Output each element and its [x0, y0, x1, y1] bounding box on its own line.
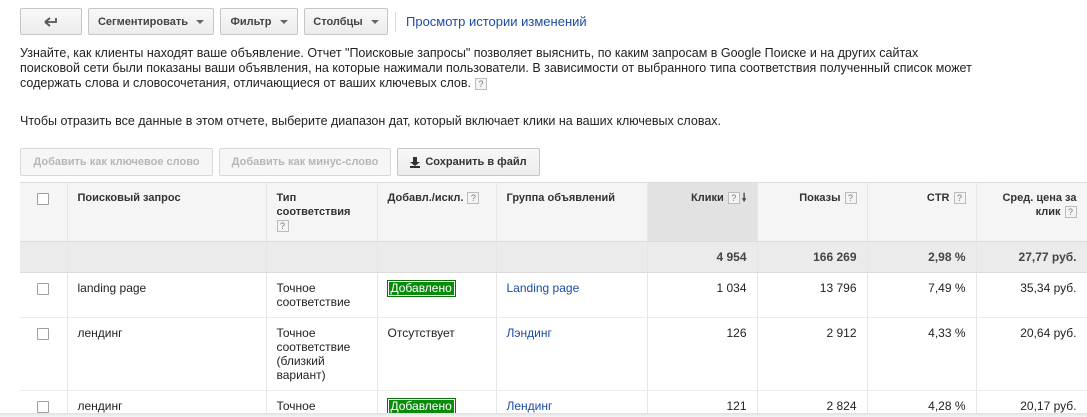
row-checkbox[interactable]	[37, 283, 50, 295]
header-impressions[interactable]: Показы?	[757, 182, 868, 242]
page-bottom-edge	[0, 413, 1087, 417]
description-line: содержать слова и словосочетания, отлича…	[20, 76, 1060, 91]
header-clicks[interactable]: Клики? 🠗	[647, 182, 758, 242]
header-ctr[interactable]: CTR?	[867, 182, 977, 242]
save-to-file-label: Сохранить в файл	[425, 156, 527, 168]
download-icon	[410, 156, 421, 168]
filter-button[interactable]: Фильтр	[220, 8, 298, 35]
help-icon[interactable]: ?	[467, 192, 480, 205]
header-added-excluded[interactable]: Добавл./искл.?	[377, 182, 497, 242]
added-badge: Добавлено	[386, 398, 456, 415]
table-row: landing page Точное соответствие Добавлен…	[20, 272, 1087, 318]
select-all-checkbox[interactable]	[37, 193, 50, 205]
header-match-type[interactable]: Тип соответствия ?	[266, 182, 378, 242]
help-icon[interactable]: ?	[844, 192, 857, 205]
search-terms-table: Поисковый запрос Тип соответствия ? Доба…	[20, 182, 1087, 417]
change-history-link[interactable]: Просмотр истории изменений	[406, 14, 587, 29]
select-all-cell	[20, 182, 68, 242]
columns-button[interactable]: Столбцы	[304, 8, 388, 35]
row-checkbox[interactable]	[37, 328, 50, 340]
date-range-hint: Чтобы отразить все данные в этом отчете,…	[20, 114, 721, 128]
ctr-cell: 7,49 %	[867, 272, 977, 318]
total-impressions: 166 269	[757, 241, 868, 273]
search-query-cell: лендинг	[67, 317, 267, 391]
header-search-query[interactable]: Поисковый запрос	[67, 182, 267, 242]
avg-cpc-cell: 20,64 руб.	[976, 317, 1087, 391]
header-ad-group[interactable]: Группа объявлений	[496, 182, 648, 242]
segment-button[interactable]: Сегментировать	[88, 8, 214, 35]
added-status-cell: Добавлено	[377, 272, 497, 318]
toolbar-divider	[395, 12, 396, 32]
clicks-cell: 126	[647, 317, 758, 391]
help-icon[interactable]: ?	[1064, 206, 1077, 219]
filter-label: Фильтр	[230, 15, 272, 28]
description-line: Узнайте, как клиенты находят ваше объявл…	[20, 46, 919, 60]
ad-group-link[interactable]: Лендинг	[507, 399, 553, 413]
ad-group-link[interactable]: Лэндинг	[507, 326, 552, 340]
clicks-cell: 1 034	[647, 272, 758, 318]
ad-group-link[interactable]: Landing page	[507, 281, 580, 295]
total-clicks: 4 954	[647, 241, 758, 273]
report-description: Узнайте, как клиенты находят ваше объявл…	[20, 46, 1060, 91]
impressions-cell: 2 912	[757, 317, 868, 391]
add-as-keyword-button[interactable]: Добавить как ключевое слово	[20, 148, 213, 176]
added-badge: Добавлено	[386, 280, 456, 297]
ctr-cell: 4,33 %	[867, 317, 977, 391]
columns-label: Столбцы	[313, 15, 363, 28]
impressions-cell: 13 796	[757, 272, 868, 318]
help-icon[interactable]: ?	[474, 77, 487, 90]
back-button[interactable]	[20, 8, 82, 35]
total-ctr: 2,98 %	[867, 241, 977, 273]
save-to-file-button[interactable]: Сохранить в файл	[397, 148, 540, 176]
total-avg-cpc: 27,77 руб.	[976, 241, 1087, 273]
avg-cpc-cell: 35,34 руб.	[976, 272, 1087, 318]
table-header-row: Поисковый запрос Тип соответствия ? Доба…	[20, 182, 1087, 242]
ad-group-cell: Landing page	[496, 272, 648, 318]
help-icon[interactable]: ?	[727, 192, 740, 205]
added-status-cell: Отсутствует	[377, 317, 497, 391]
help-icon[interactable]: ?	[276, 220, 289, 233]
totals-row: 4 954 166 269 2,98 % 27,77 руб.	[20, 241, 1087, 273]
match-type-cell: Точное соответствие	[266, 272, 378, 318]
help-icon[interactable]: ?	[953, 192, 966, 205]
match-type-cell: Точное соответствие (близкий вариант)	[266, 317, 378, 391]
ad-group-cell: Лэндинг	[496, 317, 648, 391]
add-as-negative-keyword-button[interactable]: Добавить как минус-слово	[219, 148, 391, 176]
chevron-down-icon	[279, 19, 288, 24]
description-line: поисковой сети были показаны ваши объявл…	[20, 61, 972, 75]
segment-label: Сегментировать	[97, 15, 188, 28]
chevron-down-icon	[370, 19, 379, 24]
search-query-cell: landing page	[67, 272, 267, 318]
row-checkbox[interactable]	[37, 401, 50, 413]
chevron-down-icon	[196, 19, 204, 24]
back-arrow-icon	[44, 16, 57, 27]
sort-descending-icon: 🠗	[741, 192, 747, 204]
table-row: лендинг Точное соответствие (близкий вариа…	[20, 317, 1087, 391]
header-avg-cpc[interactable]: Сред. цена за клик?	[976, 182, 1087, 242]
